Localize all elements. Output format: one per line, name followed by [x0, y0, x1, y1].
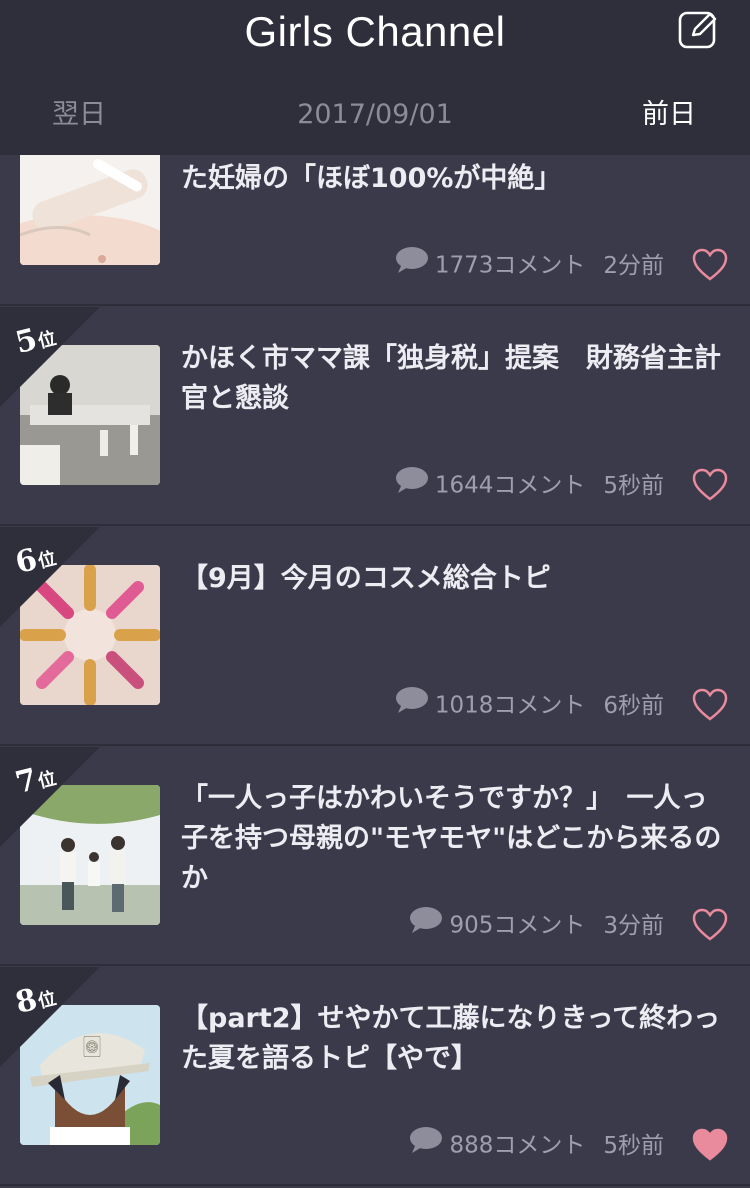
list-item[interactable]: 6位 【9月】今月のコスメ総合トピ 1018コメント 6秒前 — [0, 527, 750, 746]
post-age: 2分前 — [603, 252, 664, 279]
article-meta: 1018コメント 6秒前 — [395, 686, 664, 722]
article-title[interactable]: 【9月】今月のコスメ総合トピ — [181, 559, 726, 599]
comment-count: 888コメント — [449, 1132, 586, 1159]
article-title[interactable]: かほく市ママ課「独身税」提案 財務省主計官と懇談 — [181, 339, 726, 419]
list-item[interactable]: 7位 「一人っ子はかわいそうですか？」 一人っ子を持つ母親の"モヤモヤ"はどこか… — [0, 747, 750, 966]
article-title[interactable]: 【part2】せやかて工藤になりきって終わった夏を語るトピ【やで】 — [181, 999, 726, 1079]
app-header: Girls Channel 翌日 2017/09/01 前日 — [0, 0, 750, 155]
post-age: 3分前 — [603, 912, 664, 939]
comment-count: 905コメント — [449, 912, 586, 939]
post-age: 6秒前 — [603, 692, 664, 719]
heart-icon[interactable] — [692, 908, 728, 942]
article-meta: 1773コメント 2分前 — [395, 246, 664, 282]
article-title[interactable]: 「一人っ子はかわいそうですか？」 一人っ子を持つ母親の"モヤモヤ"はどこから来る… — [181, 779, 726, 899]
comment-bubble-icon — [395, 686, 429, 725]
comment-count: 1773コメント — [434, 252, 586, 279]
list-item[interactable]: 5位 かほく市ママ課「独身税」提案 財務省主計官と懇談 1644コメント 5秒前 — [0, 307, 750, 526]
article-meta: 1644コメント 5秒前 — [395, 466, 664, 502]
current-date: 2017/09/01 — [297, 99, 453, 130]
app-title: Girls Channel — [244, 8, 506, 55]
comment-count: 1018コメント — [434, 692, 586, 719]
heart-icon[interactable] — [692, 1128, 728, 1162]
comment-count: 1644コメント — [434, 472, 586, 499]
post-age: 5秒前 — [603, 1132, 664, 1159]
date-navigation: 翌日 2017/09/01 前日 — [0, 95, 750, 139]
heart-icon[interactable] — [692, 468, 728, 502]
post-age: 5秒前 — [603, 472, 664, 499]
heart-icon[interactable] — [692, 688, 728, 722]
comment-bubble-icon — [409, 906, 443, 945]
comment-bubble-icon — [409, 1126, 443, 1165]
compose-icon[interactable] — [678, 9, 718, 49]
article-meta: 905コメント 3分前 — [409, 906, 664, 942]
list-item[interactable]: 8位 🀙 【part2】せやかて工藤になりきって終わった夏を語るトピ【やで】 8… — [0, 967, 750, 1186]
article-meta: 888コメント 5秒前 — [409, 1126, 664, 1162]
heart-icon[interactable] — [692, 248, 728, 282]
comment-bubble-icon — [395, 246, 429, 285]
previous-day-button[interactable]: 前日 — [642, 95, 696, 135]
comment-bubble-icon — [395, 466, 429, 505]
